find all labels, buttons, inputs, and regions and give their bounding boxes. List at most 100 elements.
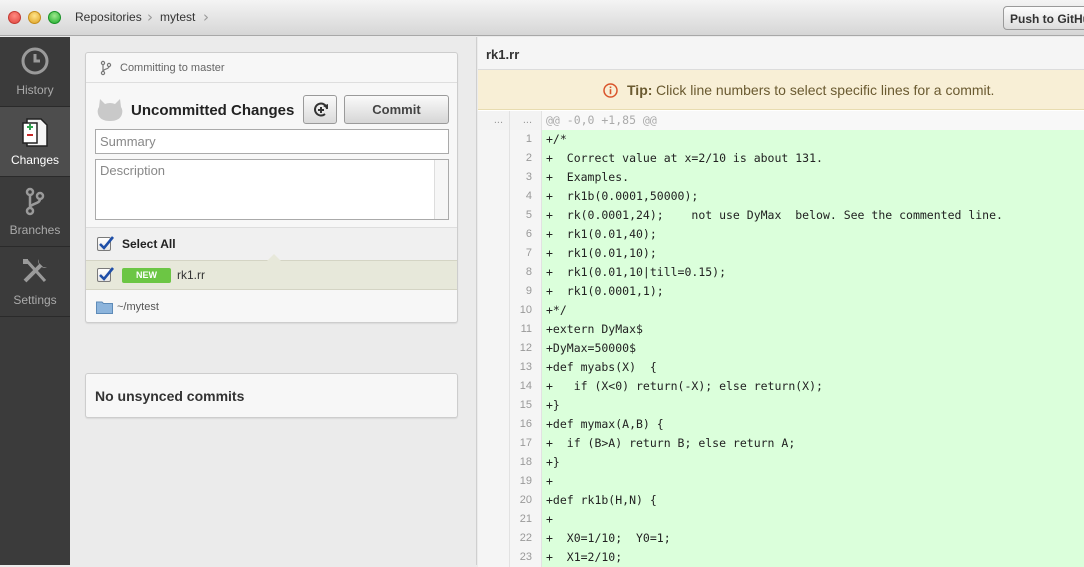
- breadcrumb-repo[interactable]: mytest: [160, 10, 195, 24]
- new-line-number[interactable]: 16: [510, 415, 542, 434]
- clock-icon: [21, 47, 49, 75]
- diff-line: 21 +: [478, 510, 1084, 529]
- diff-line: 12 +DyMax=50000$: [478, 339, 1084, 358]
- new-line-number[interactable]: 5: [510, 206, 542, 225]
- zoom-window-button[interactable]: [48, 11, 61, 24]
- info-icon: [603, 83, 618, 98]
- breadcrumb-separator-icon: ›: [203, 8, 209, 26]
- new-line-number[interactable]: 3: [510, 168, 542, 187]
- old-line-number[interactable]: [478, 358, 510, 377]
- new-line-number[interactable]: 1: [510, 130, 542, 149]
- old-line-number[interactable]: [478, 491, 510, 510]
- minimize-window-button[interactable]: [28, 11, 41, 24]
- changes-pane: Committing to master Uncommitted Changes…: [71, 37, 477, 565]
- diff-line-code: +: [542, 510, 1084, 529]
- old-line-number[interactable]: [478, 472, 510, 491]
- sidebar-item-label: Branches: [9, 223, 61, 237]
- diff-line: 9 + rk1(0.0001,1);: [478, 282, 1084, 301]
- new-line-number[interactable]: 17: [510, 434, 542, 453]
- diff-line: 14 + if (X<0) return(-X); else return(X);: [478, 377, 1084, 396]
- diff-line-code: + rk(0.0001,24); not use DyMax below. Se…: [542, 206, 1084, 225]
- diff-line-code: +extern DyMax$: [542, 320, 1084, 339]
- folder-icon: [96, 301, 113, 314]
- committing-to-label: Committing to master: [120, 62, 225, 74]
- new-line-number: ...: [510, 111, 542, 130]
- new-line-number[interactable]: 9: [510, 282, 542, 301]
- file-checkbox[interactable]: [97, 267, 115, 282]
- old-line-number[interactable]: [478, 320, 510, 339]
- repo-path-label: ~/mytest: [117, 301, 159, 313]
- new-line-number[interactable]: 15: [510, 396, 542, 415]
- diff-lines: ... ... @@ -0,0 +1,85 @@ 1 +/* 2 + Correct …: [478, 111, 1084, 567]
- diff-line-code: + rk1(0.0001,1);: [542, 282, 1084, 301]
- push-to-github-button[interactable]: Push to GitHub: [1003, 6, 1084, 30]
- diff-line-code: +def mymax(A,B) {: [542, 415, 1084, 434]
- sidebar-item-label: History: [16, 83, 54, 97]
- diff-line: 8 + rk1(0.01,10|till=0.15);: [478, 263, 1084, 282]
- diff-line-code: + if (X<0) return(-X); else return(X);: [542, 377, 1084, 396]
- old-line-number[interactable]: [478, 244, 510, 263]
- old-line-number[interactable]: [478, 415, 510, 434]
- old-line-number[interactable]: [478, 187, 510, 206]
- new-line-number[interactable]: 18: [510, 453, 542, 472]
- old-line-number[interactable]: [478, 263, 510, 282]
- old-line-number[interactable]: [478, 434, 510, 453]
- new-line-number[interactable]: 14: [510, 377, 542, 396]
- description-scrollbar[interactable]: [434, 160, 448, 219]
- old-line-number[interactable]: [478, 529, 510, 548]
- old-line-number[interactable]: [478, 149, 510, 168]
- diff-line-code: +}: [542, 453, 1084, 472]
- new-file-badge: NEW: [122, 268, 171, 283]
- old-line-number[interactable]: [478, 225, 510, 244]
- diff-line-code: +*/: [542, 301, 1084, 320]
- diff-line: 3 + Examples.: [478, 168, 1084, 187]
- old-line-number[interactable]: [478, 206, 510, 225]
- breadcrumb-repositories[interactable]: Repositories: [75, 10, 142, 24]
- diff-line-code: +/*: [542, 130, 1084, 149]
- summary-field[interactable]: Summary: [95, 129, 449, 154]
- diff-line: 15 +}: [478, 396, 1084, 415]
- select-all-checkbox[interactable]: [97, 236, 115, 251]
- new-line-number[interactable]: 19: [510, 472, 542, 491]
- sidebar-item-changes[interactable]: Changes: [0, 107, 70, 177]
- new-line-number[interactable]: 8: [510, 263, 542, 282]
- old-line-number[interactable]: [478, 130, 510, 149]
- new-line-number[interactable]: 13: [510, 358, 542, 377]
- sidebar-item-settings[interactable]: Settings: [0, 247, 70, 317]
- new-line-number[interactable]: 12: [510, 339, 542, 358]
- old-line-number[interactable]: [478, 510, 510, 529]
- old-line-number[interactable]: [478, 377, 510, 396]
- sidebar-item-branches[interactable]: Branches: [0, 177, 70, 247]
- old-line-number[interactable]: [478, 396, 510, 415]
- selection-caret: [267, 254, 281, 261]
- sidebar-item-history[interactable]: History: [0, 37, 70, 107]
- new-line-number[interactable]: 6: [510, 225, 542, 244]
- list-item[interactable]: NEW rk1.rr: [86, 254, 457, 290]
- old-line-number[interactable]: [478, 168, 510, 187]
- diff-line: 20 +def rk1b(H,N) {: [478, 491, 1084, 510]
- new-line-number[interactable]: 11: [510, 320, 542, 339]
- close-window-button[interactable]: [8, 11, 21, 24]
- new-line-number[interactable]: 4: [510, 187, 542, 206]
- new-line-number[interactable]: 21: [510, 510, 542, 529]
- diff-line-code: + X0=1/10; Y0=1;: [542, 529, 1084, 548]
- sync-button[interactable]: [303, 95, 337, 124]
- new-line-number[interactable]: 23: [510, 548, 542, 567]
- diff-line-code: + X1=2/10;: [542, 548, 1084, 567]
- repo-path-row[interactable]: ~/mytest: [86, 292, 457, 322]
- old-line-number[interactable]: [478, 548, 510, 567]
- old-line-number[interactable]: [478, 339, 510, 358]
- new-line-number[interactable]: 10: [510, 301, 542, 320]
- old-line-number: ...: [478, 111, 510, 130]
- new-line-number[interactable]: 2: [510, 149, 542, 168]
- new-line-number[interactable]: 7: [510, 244, 542, 263]
- diff-line: 7 + rk1(0.01,10);: [478, 244, 1084, 263]
- commit-button[interactable]: Commit: [344, 95, 449, 124]
- old-line-number[interactable]: [478, 301, 510, 320]
- old-line-number[interactable]: [478, 453, 510, 472]
- diff-line: 17 + if (B>A) return B; else return A;: [478, 434, 1084, 453]
- description-field[interactable]: Description: [95, 159, 449, 220]
- old-line-number[interactable]: [478, 282, 510, 301]
- new-line-number[interactable]: 22: [510, 529, 542, 548]
- new-line-number[interactable]: 20: [510, 491, 542, 510]
